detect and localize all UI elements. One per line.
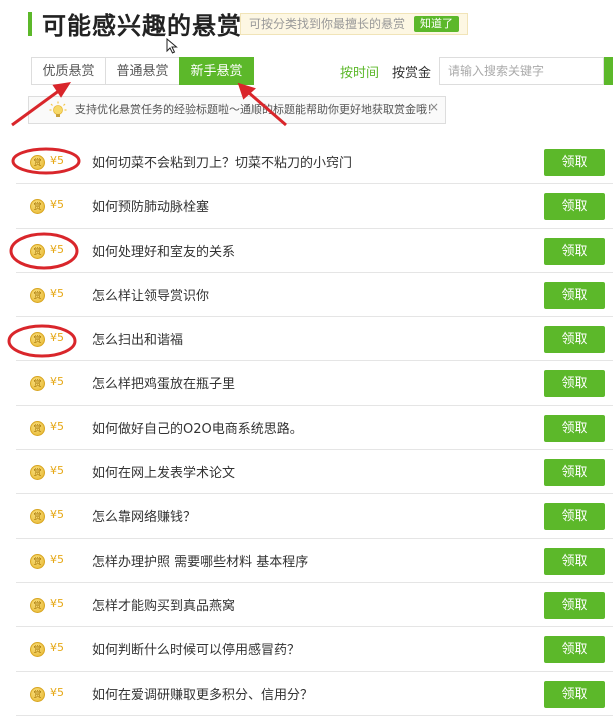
mouse-cursor-icon <box>166 38 178 54</box>
coin-icon: 赏 <box>30 243 45 259</box>
claim-button[interactable]: 领取 <box>544 459 605 487</box>
claim-button[interactable]: 领取 <box>544 370 605 398</box>
tab-newbie-reward[interactable]: 新手悬赏 <box>179 57 254 85</box>
coin-icon: 赏 <box>30 642 45 658</box>
question-title: 怎么样把鸡蛋放在瓶子里 <box>92 377 236 393</box>
claim-button[interactable]: 领取 <box>544 680 605 708</box>
coin-icon: 赏 <box>30 686 45 702</box>
coin-icon: 赏 <box>30 553 45 569</box>
coin-icon: 赏 <box>30 199 45 215</box>
claim-button[interactable]: 领取 <box>544 547 605 575</box>
sort-by-time-link[interactable]: 按时间 <box>340 62 379 81</box>
reward-row: 赏 ¥5 怎么靠网络赚钱？ 领取 <box>16 494 613 539</box>
claim-button[interactable]: 领取 <box>544 414 605 442</box>
reward-amount: ¥5 <box>50 419 64 433</box>
claim-button[interactable]: 领取 <box>544 193 605 221</box>
reward-row: 赏 ¥5 怎样办理护照 需要哪些材料 基本程序 领取 <box>16 539 613 583</box>
coin-icon: 赏 <box>30 155 45 170</box>
reward-row: 赏 ¥5 怎样才能购买到真品燕窝 领取 <box>16 583 613 628</box>
claim-button[interactable]: 领取 <box>544 149 605 176</box>
question-title: 怎么靠网络赚钱？ <box>92 510 197 526</box>
tip-banner: 支持优化悬赏任务的经验标题啦～通顺的标题能帮助你更好地获取赏金哦！ × <box>28 96 446 124</box>
page-title: 可能感兴趣的悬赏 <box>42 12 242 40</box>
coin-icon: 赏 <box>30 287 45 303</box>
got-it-button[interactable]: 知道了 <box>414 16 459 32</box>
claim-button[interactable]: 领取 <box>544 503 605 531</box>
reward-row: 赏 ¥5 如何在爱调研赚取更多积分、信用分？ 领取 <box>16 672 613 716</box>
reward-row: 赏 ¥5 怎么样把鸡蛋放在瓶子里 领取 <box>16 361 613 406</box>
annotation-arrowhead <box>52 82 72 98</box>
reward-amount: ¥5 <box>50 552 64 566</box>
reward-amount: ¥5 <box>50 331 64 345</box>
reward-list: 赏 ¥5 如何切菜不会粘到刀上？切菜不粘刀的小窍门 领取赏 ¥5 如何预防肺动脉栓塞 领取赏… <box>16 140 613 716</box>
coin-icon: 赏 <box>30 420 45 436</box>
question-title: 如何处理好和室友的关系 <box>92 244 236 260</box>
reward-amount: ¥5 <box>50 508 64 522</box>
question-title: 怎么扫出和谐福 <box>92 333 184 349</box>
reward-row: 赏 ¥5 如何判断什么时候可以停用感冒药？ 领取 <box>16 627 613 672</box>
coin-icon: 赏 <box>30 332 45 348</box>
claim-button[interactable]: 领取 <box>544 636 605 664</box>
sort-by-reward-link[interactable]: 按赏金 <box>392 62 431 81</box>
reward-amount: ¥5 <box>50 685 64 699</box>
tip-text: 支持优化悬赏任务的经验标题啦～通顺的标题能帮助你更好地获取赏金哦！ <box>75 103 438 116</box>
reward-row: 赏 ¥5 如何做好自己的O2O电商系统思路。 领取 <box>16 406 613 451</box>
question-title: 怎样才能购买到真品燕窝 <box>92 598 236 614</box>
claim-button[interactable]: 领取 <box>544 281 605 309</box>
reward-amount: ¥5 <box>50 198 64 212</box>
tab-normal-reward[interactable]: 普通悬赏 <box>105 57 180 85</box>
question-title: 如何判断什么时候可以停用感冒药？ <box>92 643 301 659</box>
category-tabs: 优质悬赏 普通悬赏 新手悬赏 <box>31 57 254 85</box>
question-title: 怎么样让领导赏识你 <box>92 288 210 304</box>
reward-amount: ¥5 <box>50 375 64 389</box>
reward-row: 赏 ¥5 怎么样让领导赏识你 领取 <box>16 273 613 318</box>
title-accent-bar <box>28 12 32 36</box>
question-title: 如何切菜不会粘到刀上？切菜不粘刀的小窍门 <box>92 156 353 171</box>
question-title: 如何做好自己的O2O电商系统思路。 <box>92 421 303 437</box>
tab-premium-reward[interactable]: 优质悬赏 <box>31 57 106 85</box>
question-title: 如何预防肺动脉栓塞 <box>92 200 210 216</box>
hint-banner: 可按分类找到你最擅长的悬赏 知道了 <box>240 13 468 35</box>
coin-icon: 赏 <box>30 376 45 392</box>
search-input[interactable] <box>439 57 604 85</box>
claim-button[interactable]: 领取 <box>544 591 605 619</box>
claim-button[interactable]: 领取 <box>544 237 605 265</box>
reward-amount: ¥5 <box>50 154 64 167</box>
hint-text: 可按分类找到你最擅长的悬赏 <box>249 17 406 31</box>
reward-amount: ¥5 <box>50 242 64 256</box>
reward-row: 赏 ¥5 如何处理好和室友的关系 领取 <box>16 229 613 273</box>
reward-row: 赏 ¥5 如何预防肺动脉栓塞 领取 <box>16 184 613 229</box>
question-title: 怎样办理护照 需要哪些材料 基本程序 <box>92 554 309 570</box>
reward-amount: ¥5 <box>50 641 64 655</box>
lightbulb-icon <box>49 101 67 117</box>
close-icon[interactable]: × <box>429 94 439 120</box>
coin-icon: 赏 <box>30 509 45 525</box>
search-button[interactable] <box>604 57 613 85</box>
reward-amount: ¥5 <box>50 464 64 478</box>
reward-row: 赏 ¥5 怎么扫出和谐福 领取 <box>16 317 613 362</box>
reward-row: 赏 ¥5 如何在网上发表学术论文 领取 <box>16 450 613 495</box>
coin-icon: 赏 <box>30 597 45 613</box>
claim-button[interactable]: 领取 <box>544 326 605 354</box>
reward-row: 赏 ¥5 如何切菜不会粘到刀上？切菜不粘刀的小窍门 领取 <box>16 140 613 185</box>
coin-icon: 赏 <box>30 465 45 481</box>
question-title: 如何在爱调研赚取更多积分、信用分？ <box>92 687 314 703</box>
reward-amount: ¥5 <box>50 596 64 610</box>
reward-amount: ¥5 <box>50 286 64 300</box>
question-title: 如何在网上发表学术论文 <box>92 466 236 482</box>
